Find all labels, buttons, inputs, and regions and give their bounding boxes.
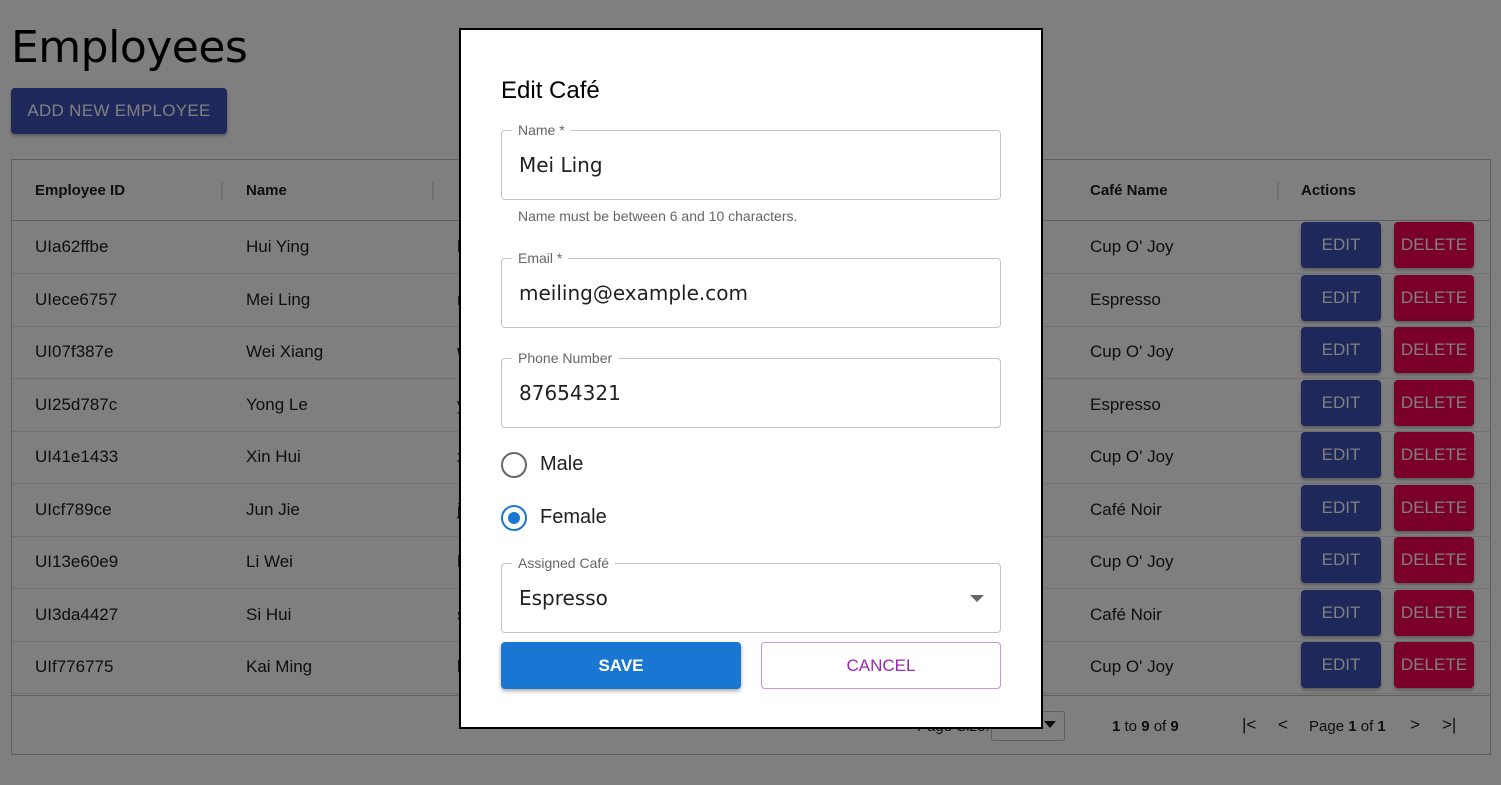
dialog-title: Edit Café [501, 77, 600, 104]
assigned-cafe-label: Assigned Café [512, 555, 616, 571]
assigned-cafe-value: Espresso [519, 586, 608, 610]
phone-field-label: Phone Number [512, 350, 619, 366]
name-helper-text: Name must be between 6 and 10 characters… [518, 208, 798, 224]
dropdown-arrow-icon[interactable] [970, 595, 984, 602]
email-field[interactable]: Email * meiling@example.com [501, 250, 1001, 328]
radio-checked-icon[interactable] [501, 505, 527, 531]
name-field-value: Mei Ling [519, 153, 603, 177]
email-field-value: meiling@example.com [519, 281, 748, 305]
email-field-label: Email * [512, 250, 569, 266]
name-field-label: Name * [512, 122, 571, 138]
radio-label-male: Male [540, 453, 584, 475]
name-field[interactable]: Name * Mei Ling [501, 122, 1001, 200]
edit-cafe-dialog: Edit Café Name * Mei Ling Name must be b… [459, 28, 1043, 729]
radio-label-female: Female [540, 506, 607, 528]
radio-unchecked-icon[interactable] [501, 452, 527, 478]
assigned-cafe-select[interactable]: Assigned Café Espresso [501, 555, 1001, 633]
save-button[interactable]: SAVE [501, 642, 741, 689]
phone-number-field[interactable]: Phone Number 87654321 [501, 350, 1001, 428]
phone-field-value: 87654321 [519, 381, 621, 405]
cancel-button[interactable]: CANCEL [761, 642, 1001, 689]
